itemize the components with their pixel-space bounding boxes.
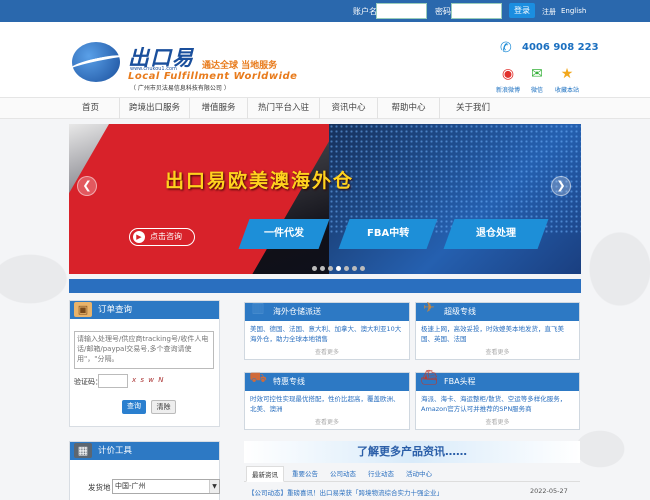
- section-divider-strip: [69, 279, 581, 293]
- pager-dot[interactable]: [344, 266, 349, 271]
- card-body: 海派、海卡、海运整柜/散货、空运等多样化服务，Amazon官方认可并推荐的SPN…: [421, 395, 567, 413]
- origin-label: 发货地: [88, 483, 111, 492]
- banner-pager[interactable]: [312, 264, 368, 271]
- pager-dot[interactable]: [312, 266, 317, 271]
- pager-dot[interactable]: [336, 266, 341, 271]
- clear-button[interactable]: 清除: [151, 400, 176, 414]
- package-icon: ▣: [74, 302, 92, 317]
- password-label: 密码: [435, 7, 451, 16]
- english-link[interactable]: English: [561, 7, 586, 15]
- bookmark-label[interactable]: 收藏本站: [555, 85, 579, 94]
- nav-item-help[interactable]: 帮助中心: [378, 98, 440, 120]
- pager-dot[interactable]: [352, 266, 357, 271]
- top-login-bar: 账户名 密码 登录 注册 English: [0, 0, 650, 22]
- wechat-label[interactable]: 微信: [531, 85, 543, 94]
- banner-next-arrow[interactable]: ❯: [551, 176, 571, 196]
- panel-label: 一件代发: [264, 228, 304, 239]
- star-icon[interactable]: ★: [557, 65, 577, 83]
- pager-dot[interactable]: [360, 266, 365, 271]
- weibo-icon[interactable]: ◉: [498, 65, 518, 83]
- card-more-link[interactable]: 查看更多: [416, 347, 579, 356]
- password-input[interactable]: [451, 3, 502, 19]
- account-input[interactable]: [376, 3, 427, 19]
- phone-icon: ✆: [500, 40, 512, 56]
- card-title: 特惠专线: [273, 377, 305, 386]
- main-nav: 首页 跨境出口服务 增值服务 热门平台入驻 资讯中心 帮助中心 关于我们: [0, 97, 650, 120]
- card-header: ⛟ 特惠专线: [245, 370, 409, 391]
- card-more-link[interactable]: 查看更多: [416, 417, 579, 426]
- card-body: 美国、德国、法国、意大利、加拿大、澳大利亚10大海外仓，助力全球本地销售: [250, 325, 402, 343]
- nav-item-about[interactable]: 关于我们: [440, 98, 506, 120]
- tab-company-news[interactable]: 公司动态: [324, 466, 362, 482]
- nav-item-news[interactable]: 资讯中心: [320, 98, 378, 120]
- query-button[interactable]: 查询: [122, 400, 146, 414]
- news-heading: 了解更多产品资讯……: [244, 441, 580, 463]
- login-button[interactable]: 登录: [509, 3, 535, 18]
- banner-panel-dropship[interactable]: 一件代发: [238, 219, 330, 249]
- card-header: ⛴ FBA头程: [416, 370, 579, 391]
- airplane-icon: ✈: [423, 300, 435, 316]
- card-fba-first-leg[interactable]: ⛴ FBA头程 海派、海卡、海运整柜/散货、空运等多样化服务，Amazon官方认可…: [415, 370, 580, 430]
- card-title: 超级专线: [444, 307, 476, 316]
- card-title: FBA头程: [444, 377, 476, 386]
- order-query-header: ▣ 订单查询: [70, 301, 219, 319]
- card-header: ✈ 超级专线: [416, 300, 579, 321]
- phone-number: 4006 908 223: [522, 42, 599, 53]
- calculator-icon: ▦: [74, 443, 92, 458]
- news-tabs: 最新资讯 重要公告 公司动态 行业动态 活动中心: [244, 466, 580, 482]
- origin-select[interactable]: 中国-广州 ▼: [112, 479, 220, 494]
- card-body: 极速上网，高效妥投，时效媲美本地发货，直飞美国、英国、法国: [421, 325, 564, 343]
- tab-industry-news[interactable]: 行业动态: [362, 466, 400, 482]
- logo-slogan: 通达全球 当地服务: [202, 61, 278, 71]
- consult-label: 点击咨询: [150, 232, 182, 241]
- origin-value: 中国-广州: [115, 482, 146, 490]
- news-item-date: 2022-05-27: [530, 487, 568, 495]
- wechat-icon[interactable]: ✉: [527, 65, 547, 83]
- card-more-link[interactable]: 查看更多: [245, 347, 409, 356]
- card-title: 海外仓储派送: [273, 307, 321, 316]
- tab-events[interactable]: 活动中心: [400, 466, 438, 482]
- register-link[interactable]: 注册: [542, 7, 556, 17]
- card-overseas-warehouse[interactable]: ▥ 海外仓储派送 美国、德国、法国、意大利、加拿大、澳大利亚10大海外仓，助力全球…: [244, 300, 410, 360]
- nav-item-home[interactable]: 首页: [62, 98, 120, 120]
- weibo-label[interactable]: 新浪微博: [496, 85, 520, 94]
- banner-panel-fba[interactable]: FBA中转: [338, 219, 438, 249]
- nav-item-value-added[interactable]: 增值服务: [190, 98, 248, 120]
- card-header: ▥ 海外仓储派送: [245, 300, 409, 321]
- nav-item-export-services[interactable]: 跨境出口服务: [120, 98, 190, 120]
- captcha-image[interactable]: x s w N: [132, 376, 164, 384]
- logo-english: Local Fulfillment Worldwide: [128, 71, 298, 82]
- tab-announcements[interactable]: 重要公告: [286, 466, 324, 482]
- hero-banner[interactable]: 出口易欧美澳海外仓 ▶ 点击咨询 一件代发 FBA中转 退仓处理 ❮ ❯: [69, 124, 581, 274]
- account-label: 账户名: [353, 7, 377, 16]
- header: 出口易 www.chukou1.com 通达全球 当地服务 Local Fulf…: [0, 22, 650, 97]
- ship-icon: ⛴: [420, 370, 438, 386]
- pager-dot[interactable]: [320, 266, 325, 271]
- order-query-input[interactable]: [74, 331, 214, 369]
- banner-title: 出口易欧美澳海外仓: [165, 170, 355, 192]
- tab-latest-news[interactable]: 最新资讯: [246, 466, 284, 482]
- captcha-input[interactable]: [98, 374, 128, 388]
- warehouse-icon: ▥: [251, 300, 265, 316]
- pager-dot[interactable]: [328, 266, 333, 271]
- nav-item-platforms[interactable]: 热门平台入驻: [248, 98, 320, 120]
- banner-panel-returns[interactable]: 退仓处理: [443, 219, 549, 249]
- consult-button[interactable]: ▶ 点击咨询: [129, 228, 195, 246]
- price-tool-title: 计价工具: [98, 446, 133, 456]
- card-more-link[interactable]: 查看更多: [245, 417, 409, 426]
- banner-map-dots: [329, 124, 581, 234]
- play-icon: ▶: [133, 231, 145, 243]
- chevron-down-icon[interactable]: ▼: [209, 480, 219, 493]
- card-discount-line[interactable]: ⛟ 特惠专线 时效可控性实现最优搭配，性价比超高，覆盖欧洲、北美、澳洲 查看更多: [244, 370, 410, 430]
- card-super-line[interactable]: ✈ 超级专线 极速上网，高效妥投，时效媲美本地发货，直飞美国、英国、法国 查看更多: [415, 300, 580, 360]
- panel-label: 退仓处理: [476, 228, 516, 239]
- price-tool-header: ▦ 计价工具: [70, 442, 219, 460]
- banner-prev-arrow[interactable]: ❮: [77, 176, 97, 196]
- company-name: （ 广州市贝法易信息科技有限公司 ）: [130, 85, 230, 92]
- truck-icon: ⛟: [249, 370, 267, 386]
- order-query-title: 订单查询: [98, 305, 133, 315]
- card-body: 时效可控性实现最优搭配，性价比超高，覆盖欧洲、北美、澳洲: [250, 395, 400, 413]
- panel-label: FBA中转: [366, 228, 410, 239]
